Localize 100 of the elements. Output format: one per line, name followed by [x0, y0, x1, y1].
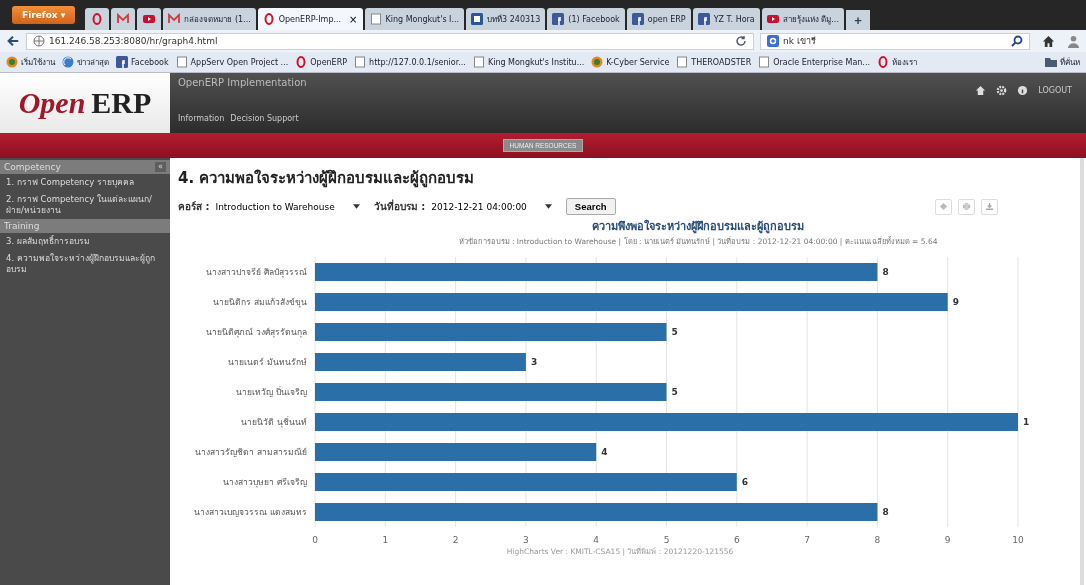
axis-tick-label: 7: [804, 535, 810, 545]
tab-title: (1) Facebook: [568, 14, 620, 24]
settings-icon[interactable]: [996, 85, 1008, 96]
mail-icon: [117, 13, 130, 25]
dropdown[interactable]: Introduction to Warehouse: [215, 201, 360, 212]
page-icon: [369, 13, 382, 25]
home-icon[interactable]: [975, 85, 987, 96]
play-icon: [143, 13, 156, 25]
bookmark-link[interactable]: Facebook: [116, 56, 169, 68]
value-label: 8: [882, 267, 889, 277]
browser-tab[interactable]: [85, 8, 110, 30]
value-label: 9: [952, 297, 959, 307]
bookmark-link[interactable]: THEROADSTER: [676, 56, 752, 68]
bookmark-link[interactable]: ข่าวล่าสุด: [62, 55, 109, 69]
menu-link[interactable]: Information: [178, 114, 225, 123]
category-label: นายนิติกร สมแก้วสังข์ขุน: [213, 297, 307, 307]
axis-tick-label: 6: [733, 535, 740, 545]
browser-tab[interactable]: สายรุ้งแห่ง ดีมู...: [761, 8, 844, 30]
browser-tab[interactable]: [137, 8, 162, 30]
new-tab-button[interactable]: +: [845, 10, 870, 30]
bookmark-link[interactable]: OpenERP: [295, 56, 348, 68]
bookmark-link[interactable]: Oracle Enterprise Man...: [758, 56, 870, 68]
close-button[interactable]: ×: [349, 13, 358, 25]
bookmark-link[interactable]: K-Cyber Service: [591, 56, 670, 68]
social-icon: [697, 13, 710, 25]
ring-icon: [262, 13, 275, 25]
value-label: 1: [1023, 417, 1030, 427]
bookmark-title: ที่คั่นห: [1060, 56, 1080, 69]
bookmark-title: http://127.0.0.1/senior...: [369, 57, 466, 67]
category-label: นายนิติศุภณ์ วงศ์สุรรัตนกุล: [206, 327, 307, 337]
axis-tick-label: 5: [663, 535, 670, 545]
social-icon: [631, 13, 644, 25]
info-icon[interactable]: [1017, 85, 1029, 96]
browser-tab[interactable]: OpenERP-Imp... ×: [257, 8, 363, 30]
dropdown[interactable]: 2012-12-21 04:00:00: [431, 201, 552, 212]
browser-tab[interactable]: บทที่3 240313: [466, 8, 546, 30]
bookmark-title: Oracle Enterprise Man...: [773, 57, 870, 67]
page-icon: [758, 56, 771, 68]
browser-tab[interactable]: [111, 8, 136, 30]
search-field[interactable]: nk เขารี: [760, 32, 1030, 50]
bookmark-link[interactable]: เริ่มใช้งาน: [6, 55, 55, 69]
search-button[interactable]: Search: [565, 198, 616, 215]
sidebar-item[interactable]: 3. ผลสัมฤทธิ์การอบรม: [0, 233, 170, 251]
axis-tick-label: 1: [382, 535, 389, 545]
axis-tick-label: 8: [874, 535, 881, 545]
page-icon: [354, 56, 367, 68]
sidebar-item[interactable]: 1. กราฟ Competency รายบุคคล: [0, 174, 170, 192]
value-label: 6: [741, 477, 749, 487]
value-label: 5: [671, 327, 678, 337]
diamond-icon: [939, 202, 948, 211]
reload-icon[interactable]: [735, 35, 747, 47]
value-label: 3: [530, 357, 538, 367]
category-label: นางสาวบุษยา ศรีเจริญ: [223, 477, 307, 487]
address-field[interactable]: 161.246.58.253:8080/hr/graph4.html: [26, 32, 754, 50]
browser-tab[interactable]: King Mongkut's I...: [364, 8, 465, 30]
bookmark-link[interactable]: ที่คั่นห: [1045, 55, 1080, 69]
tab-title: บทที่3 240313: [487, 13, 541, 26]
caret-icon: [352, 204, 360, 209]
page-icon: [676, 56, 689, 68]
sidebar-item[interactable]: 4. ความพอใจระหว่างผู้ฝึกอบรมและผู้ถูกอบรม: [0, 250, 170, 279]
bookmark-title: THEROADSTER: [691, 57, 752, 67]
browser-tab[interactable]: YZ T. Hora: [692, 8, 760, 30]
sidebar-item[interactable]: 2. กราฟ Competency ในแต่ละแผนก/ฝ่าย/หน่วยงาน: [0, 191, 170, 220]
axis-tick-label: 4: [593, 535, 600, 545]
folder-icon: [1045, 56, 1057, 68]
value-label: 8: [882, 507, 889, 517]
mail-icon: [168, 13, 181, 25]
axis-tick-label: 9: [944, 535, 951, 545]
bookmark-title: Facebook: [131, 57, 169, 67]
tab-title: YZ T. Hora: [713, 14, 755, 24]
home-icon[interactable]: [1042, 34, 1055, 48]
collapse-button[interactable]: «: [155, 162, 166, 172]
page-icon: [472, 56, 485, 68]
feed-icon: [62, 56, 74, 68]
category-label: นายนิวัติ นุชิ่นนท์: [241, 417, 307, 427]
back-arrow-icon[interactable]: [6, 34, 20, 48]
browser-tab[interactable]: open ERP: [626, 8, 691, 30]
ring-icon: [877, 56, 889, 68]
globe-icon: [591, 56, 604, 68]
social-icon: [116, 56, 128, 68]
browser-tab[interactable]: กล่องจดหมาย (1...: [163, 8, 256, 30]
globe-icon: [6, 56, 18, 68]
search-engine-icon: [767, 35, 779, 47]
person-icon[interactable]: [1067, 34, 1080, 48]
play-icon: [766, 13, 779, 25]
bookmark-link[interactable]: http://127.0.0.1/senior...: [354, 56, 466, 68]
menu-link[interactable]: Decision Support: [230, 114, 299, 123]
browser-tab[interactable]: (1) Facebook: [547, 8, 625, 30]
tab-title: OpenERP-Imp...: [278, 14, 342, 24]
caret-icon: [544, 204, 552, 209]
ring-icon: [91, 13, 104, 25]
bookmark-title: ข่าวล่าสุด: [77, 56, 109, 69]
sidebar-section-header[interactable]: Competency «: [0, 160, 170, 174]
search-icon[interactable]: [1011, 35, 1023, 47]
bookmark-link[interactable]: King Mongkut's Institu...: [472, 56, 585, 68]
chart-title: ความพึงพอใจระหว่างผู้ฝึกอบรมและผู้ถูกอบรม: [591, 218, 805, 235]
bookmark-link[interactable]: ห้องเรา: [877, 55, 917, 69]
value-label: 5: [671, 387, 678, 397]
logout-link[interactable]: LOGOUT: [1038, 86, 1072, 95]
bookmark-link[interactable]: AppServ Open Project ...: [175, 56, 289, 68]
